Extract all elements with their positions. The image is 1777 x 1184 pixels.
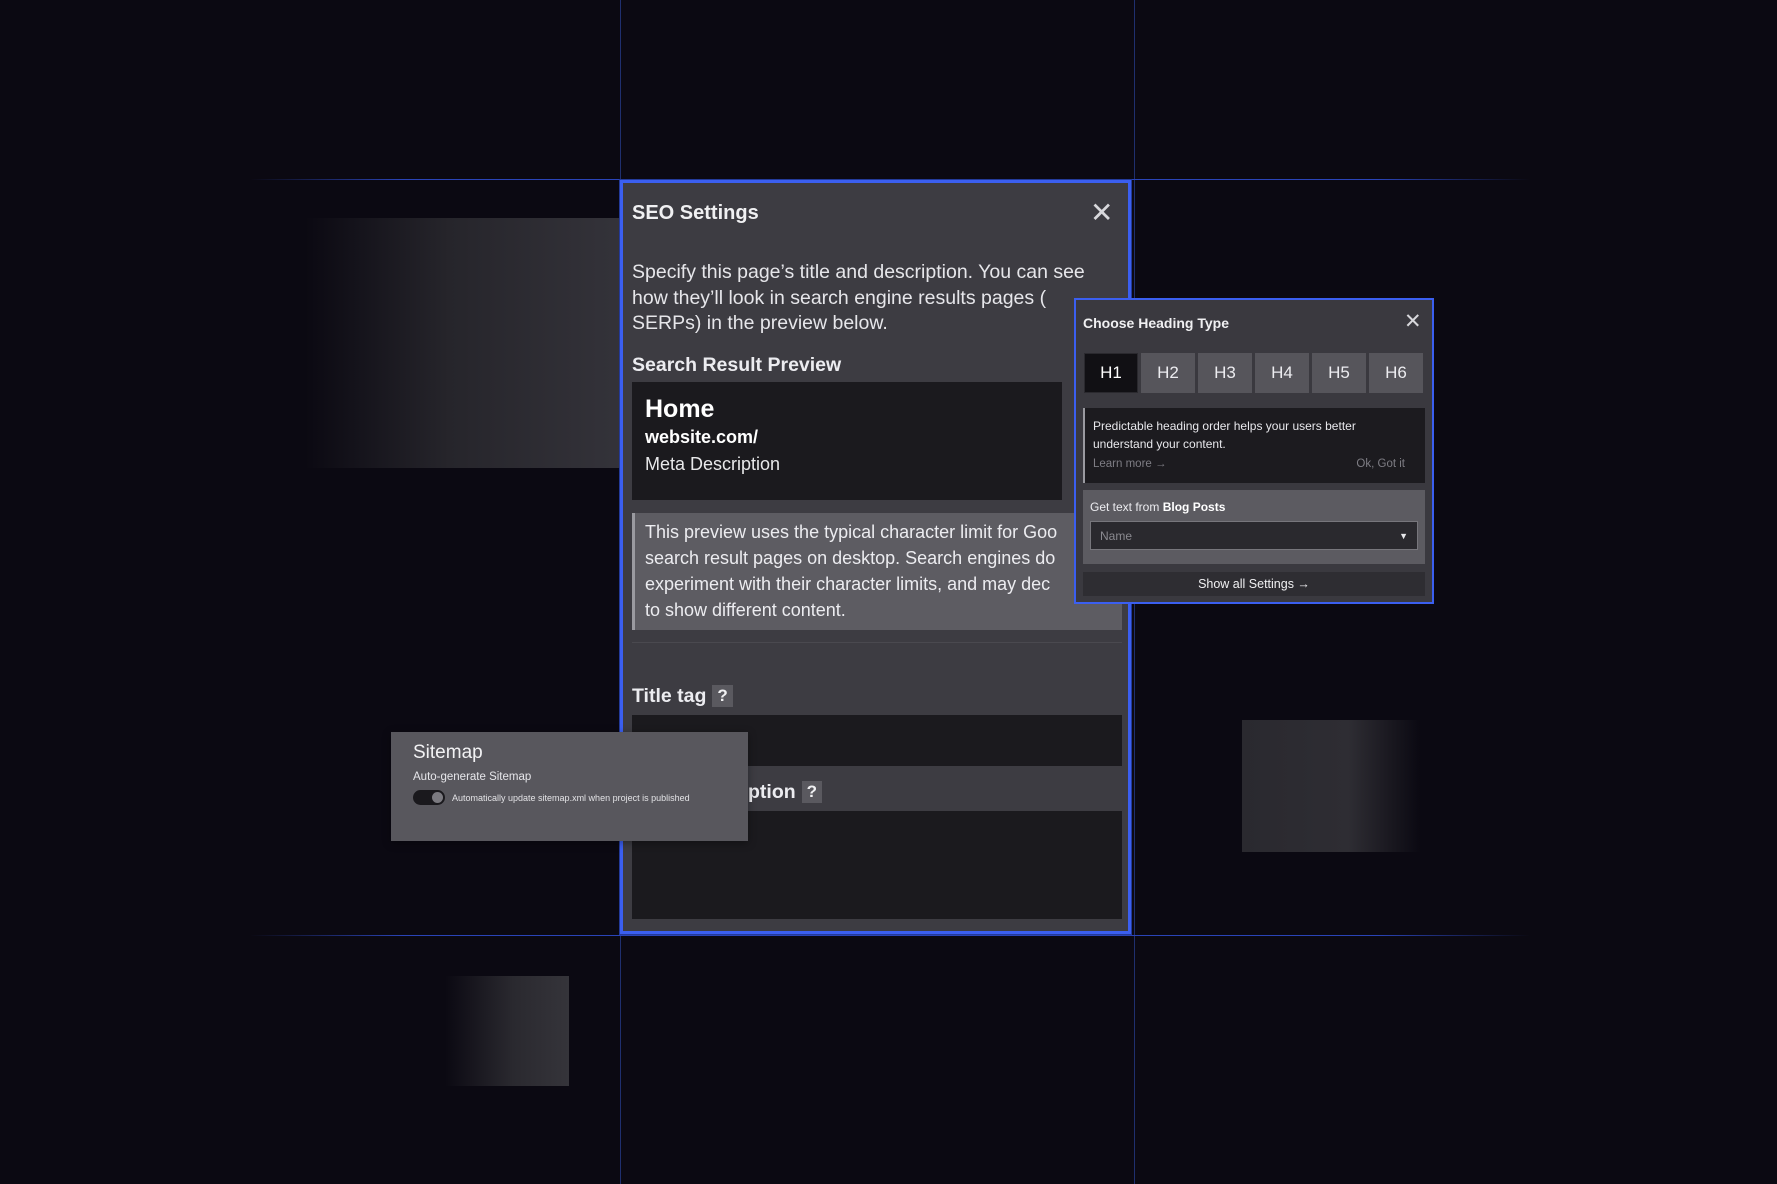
tab-h6[interactable]: H6 [1369, 353, 1423, 393]
get-text-from-section: Get text from Blog Posts Name ▼ [1083, 490, 1425, 564]
tip-text: Predictable heading order helps your use… [1093, 419, 1356, 451]
background-shape [305, 218, 625, 468]
title-tag-text: Title tag [632, 685, 707, 707]
sitemap-subtitle: Auto-generate Sitemap [413, 771, 532, 783]
ok-got-it-button[interactable]: Ok, Got it [1356, 458, 1405, 470]
heading-order-tip: Predictable heading order helps your use… [1083, 408, 1425, 483]
tab-h4[interactable]: H4 [1255, 353, 1309, 393]
preview-url: website.com/ [645, 427, 759, 447]
close-icon[interactable]: ✕ [1090, 199, 1113, 227]
heading-type-popover: Choose Heading Type ✕ H1 H2 H3 H4 H5 H6 … [1074, 298, 1434, 604]
learn-more-link[interactable]: Learn more → [1093, 458, 1167, 470]
chevron-down-icon: ▼ [1399, 530, 1408, 541]
toggle-knob [432, 792, 443, 803]
panel-description: Specify this page’s title and descriptio… [632, 261, 1085, 334]
sitemap-toggle-row: Automatically update sitemap.xml when pr… [413, 790, 726, 805]
popover-title: Choose Heading Type [1083, 315, 1229, 331]
grid-line [250, 935, 1530, 936]
character-limit-note: This preview uses the typical character … [632, 513, 1122, 630]
preview-description: Meta Description [645, 454, 781, 474]
get-text-source: Blog Posts [1162, 500, 1226, 514]
background-shape [1242, 720, 1420, 852]
get-text-prefix: Get text from [1090, 500, 1160, 514]
tab-h1[interactable]: H1 [1084, 353, 1138, 393]
auto-sitemap-toggle[interactable] [413, 790, 445, 805]
tab-h3[interactable]: H3 [1198, 353, 1252, 393]
panel-title: SEO Settings [632, 202, 759, 224]
tip-actions: Learn more → Ok, Got it [1093, 458, 1417, 470]
select-placeholder: Name [1100, 528, 1133, 543]
search-preview-heading: Search Result Preview [632, 354, 842, 376]
background-shape [445, 976, 569, 1086]
search-result-preview: Home website.com/ Meta Description [632, 382, 1062, 500]
toggle-description: Automatically update sitemap.xml when pr… [452, 792, 690, 803]
preview-title: Home [645, 395, 715, 423]
get-text-label: Get text from Blog Posts [1090, 500, 1418, 514]
title-tag-label: Title tag? [632, 685, 733, 708]
tab-h5[interactable]: H5 [1312, 353, 1366, 393]
field-select[interactable]: Name ▼ [1090, 521, 1418, 550]
show-all-settings-button[interactable]: Show all Settings → [1083, 572, 1425, 596]
help-icon[interactable]: ? [712, 685, 733, 707]
note-line: experiment with their character limits, … [645, 574, 1051, 594]
meta-description-label: ption? [748, 781, 823, 804]
help-icon[interactable]: ? [801, 781, 823, 803]
divider [632, 642, 1122, 643]
sitemap-card: Sitemap Auto-generate Sitemap Automatica… [391, 732, 748, 841]
note-line: search result pages on desktop. Search e… [645, 548, 1056, 568]
heading-tabs: H1 H2 H3 H4 H5 H6 [1084, 353, 1426, 393]
sitemap-title: Sitemap [413, 742, 483, 763]
note-line: to show different content. [645, 600, 846, 620]
tab-h2[interactable]: H2 [1141, 353, 1195, 393]
close-icon[interactable]: ✕ [1404, 311, 1422, 332]
note-line: This preview uses the typical character … [645, 522, 1058, 542]
meta-description-text: ption [748, 781, 796, 803]
